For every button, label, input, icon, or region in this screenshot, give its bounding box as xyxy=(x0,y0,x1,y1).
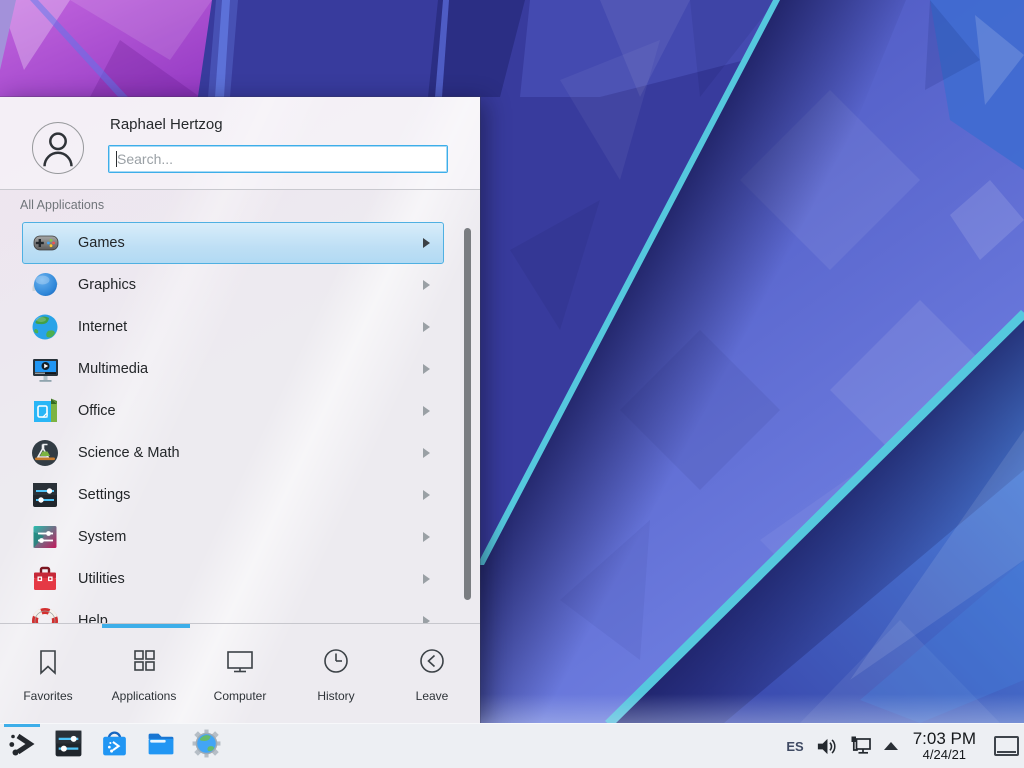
clock-icon xyxy=(319,645,353,684)
category-row-office[interactable]: Office xyxy=(0,390,480,432)
utilities-icon xyxy=(30,564,60,594)
tab-favorites[interactable]: Favorites xyxy=(0,628,96,723)
category-row-science-math[interactable]: Science & Math xyxy=(0,432,480,474)
tab-label: Computer xyxy=(214,689,267,703)
games-icon xyxy=(30,228,60,258)
file-manager-launcher[interactable] xyxy=(144,724,176,768)
taskbar-panel: ES 7:0 xyxy=(0,723,1024,768)
category-label: Utilities xyxy=(78,571,125,587)
chevron-right-icon xyxy=(423,322,430,332)
system-settings-launcher[interactable] xyxy=(52,724,84,768)
category-label: System xyxy=(78,529,126,545)
search-input[interactable] xyxy=(108,145,448,173)
expand-tray-arrow-icon[interactable] xyxy=(884,742,898,750)
discover-icon xyxy=(99,728,130,764)
monitor-icon xyxy=(223,645,257,684)
taskbar-launchers xyxy=(0,724,222,768)
digital-clock[interactable]: 7:03 PM 4/24/21 xyxy=(909,730,980,761)
tab-computer[interactable]: Computer xyxy=(192,628,288,723)
category-row-utilities[interactable]: Utilities xyxy=(0,558,480,600)
folder-icon xyxy=(145,728,176,764)
category-label: Help xyxy=(78,613,108,623)
chevron-right-icon xyxy=(423,532,430,542)
tab-leave[interactable]: Leave xyxy=(384,628,480,723)
chevron-right-icon xyxy=(423,616,430,623)
chevron-right-icon xyxy=(423,406,430,416)
category-row-settings[interactable]: Settings xyxy=(0,474,480,516)
volume-icon[interactable] xyxy=(815,735,838,758)
footer-divider xyxy=(0,623,480,624)
app-launcher-button[interactable] xyxy=(6,724,38,768)
category-label: Office xyxy=(78,403,116,419)
office-icon xyxy=(30,396,60,426)
category-row-multimedia[interactable]: Multimedia xyxy=(0,348,480,390)
category-label: Internet xyxy=(78,319,127,335)
leave-icon xyxy=(415,645,449,684)
help-icon xyxy=(30,606,60,623)
system-icon xyxy=(30,522,60,552)
category-label: Graphics xyxy=(78,277,136,293)
science-icon xyxy=(30,438,60,468)
user-avatar[interactable] xyxy=(32,122,84,174)
chevron-right-icon xyxy=(423,364,430,374)
user-name: Raphael Hertzog xyxy=(110,116,223,133)
tab-label: Favorites xyxy=(23,689,72,703)
globe-gear-icon xyxy=(191,728,222,764)
multimedia-icon xyxy=(30,354,60,384)
category-list: Games Graphics xyxy=(0,222,480,623)
settings-icon xyxy=(30,480,60,510)
clock-date: 4/24/21 xyxy=(913,748,976,762)
system-tray: ES 7:0 xyxy=(786,724,1024,768)
category-row-system[interactable]: System xyxy=(0,516,480,558)
tab-label: Leave xyxy=(416,689,449,703)
launcher-header: Raphael Hertzog xyxy=(0,97,480,190)
category-label: Multimedia xyxy=(78,361,148,377)
grid-icon xyxy=(127,645,161,684)
discover-launcher[interactable] xyxy=(98,724,130,768)
list-scrollbar[interactable] xyxy=(464,228,471,600)
section-label: All Applications xyxy=(20,198,104,212)
chevron-right-icon xyxy=(423,238,430,248)
tab-label: Applications xyxy=(112,689,177,703)
desktop: Raphael Hertzog All Applications xyxy=(0,0,1024,768)
category-label: Science & Math xyxy=(78,445,180,461)
category-row-help[interactable]: Help xyxy=(0,600,480,623)
clock-time: 7:03 PM xyxy=(913,730,976,748)
network-icon[interactable] xyxy=(849,734,873,758)
category-row-graphics[interactable]: Graphics xyxy=(0,264,480,306)
show-desktop-button[interactable] xyxy=(994,736,1019,756)
internet-icon xyxy=(30,312,60,342)
web-browser-launcher[interactable] xyxy=(190,724,222,768)
bookmark-icon xyxy=(31,645,65,684)
chevron-right-icon xyxy=(423,280,430,290)
keyboard-layout-indicator[interactable]: ES xyxy=(786,739,803,754)
chevron-right-icon xyxy=(423,448,430,458)
chevron-right-icon xyxy=(423,490,430,500)
category-label: Settings xyxy=(78,487,130,503)
chevron-right-icon xyxy=(423,574,430,584)
graphics-icon xyxy=(30,270,60,300)
tab-applications[interactable]: Applications xyxy=(96,628,192,723)
category-row-internet[interactable]: Internet xyxy=(0,306,480,348)
tab-label: History xyxy=(317,689,354,703)
kickoff-icon xyxy=(7,729,37,764)
tab-history[interactable]: History xyxy=(288,628,384,723)
application-launcher-menu: Raphael Hertzog All Applications xyxy=(0,97,480,723)
category-label: Games xyxy=(78,235,125,251)
category-row-games[interactable]: Games xyxy=(0,222,480,264)
text-cursor xyxy=(116,151,117,167)
launcher-active-indicator xyxy=(4,724,40,727)
launcher-tab-bar: Favorites Applications xyxy=(0,628,480,723)
system-settings-icon xyxy=(53,728,84,764)
